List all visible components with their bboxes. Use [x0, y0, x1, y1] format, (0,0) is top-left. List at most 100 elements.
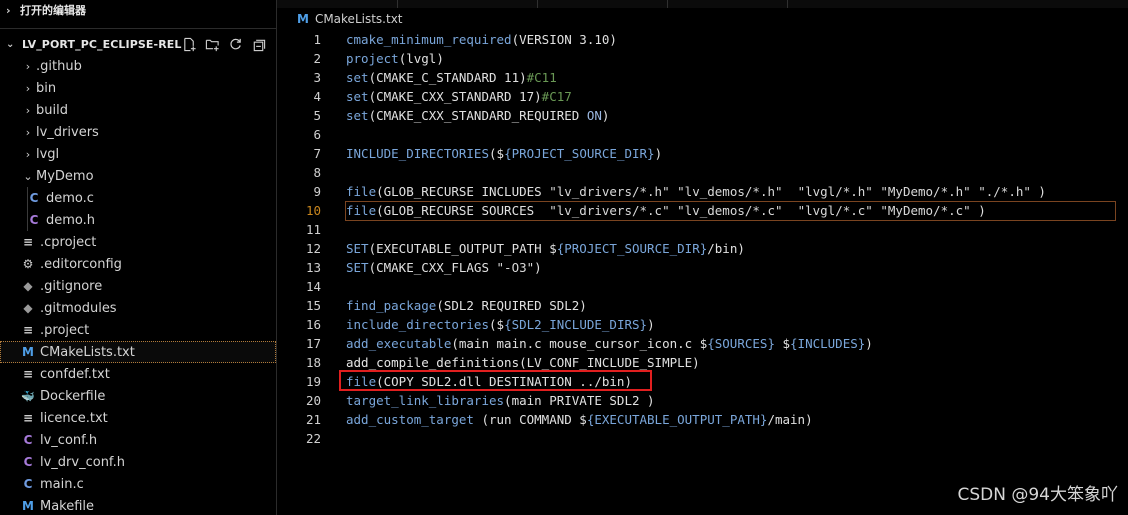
tree-item-label: main.c [40, 476, 84, 492]
gear-icon: ⚙ [22, 257, 34, 271]
code-line[interactable]: 15 find_package(SDL2 REQUIRED SDL2) [277, 296, 1128, 315]
tree-item-label: MyDemo [36, 168, 94, 184]
tree-item[interactable]: 🐳 Dockerfile [0, 385, 276, 407]
tree-item-label: .cproject [40, 234, 97, 250]
line-number: 14 [305, 279, 321, 294]
code-line[interactable]: 20 target_link_libraries(main PRIVATE SDL… [277, 391, 1128, 410]
code-line[interactable]: 9 file(GLOB_RECURSE INCLUDES "lv_drivers/… [277, 182, 1128, 201]
tree-item[interactable]: M CMakeLists.txt [0, 341, 276, 363]
line-number: 12 [305, 241, 321, 256]
tree-item-label: build [36, 102, 68, 118]
tree-item[interactable]: ≡ licence.txt [0, 407, 276, 429]
code-line[interactable]: 12 SET(EXECUTABLE_OUTPUT_PATH ${PROJECT_S… [277, 239, 1128, 258]
code-text: SET(EXECUTABLE_OUTPUT_PATH ${PROJECT_SOU… [346, 241, 745, 256]
tree-item-label: demo.h [46, 212, 96, 228]
chevron-down-icon: ⌄ [6, 38, 15, 50]
line-number: 21 [305, 412, 321, 427]
code-line[interactable]: 4 set(CMAKE_CXX_STANDARD 17)#C17 [277, 87, 1128, 106]
code-text: set(CMAKE_CXX_STANDARD_REQUIRED ON) [346, 108, 610, 123]
project-title: LV_PORT_PC_ECLIPSE-RELE... [22, 37, 182, 51]
code-line[interactable]: 8 [277, 163, 1128, 182]
open-editors-section[interactable]: › 打开的编辑器 [0, 0, 276, 22]
tree-item-label: .gitignore [40, 278, 103, 294]
code-line[interactable]: 17 add_executable(main main.c mouse_curso… [277, 334, 1128, 353]
line-number: 19 [305, 374, 321, 389]
tab-stub[interactable] [277, 0, 398, 8]
code-line[interactable]: 14 [277, 277, 1128, 296]
tree-item[interactable]: ◆ .gitignore [0, 275, 276, 297]
tree-item[interactable]: ≡ .project [0, 319, 276, 341]
tree-item-label: lv_drv_conf.h [40, 454, 125, 470]
code-line[interactable]: 22 [277, 429, 1128, 448]
tree-item[interactable]: Clv_conf.h [0, 429, 276, 451]
tree-item[interactable]: › bin [0, 77, 276, 99]
section-divider [0, 28, 276, 29]
tree-item[interactable]: Cdemo.c [0, 187, 276, 209]
tree-item[interactable]: › lv_drivers [0, 121, 276, 143]
code-text: set(CMAKE_CXX_STANDARD 17)#C17 [346, 89, 572, 104]
tree-item[interactable]: ≡ .cproject [0, 231, 276, 253]
code-line[interactable]: 18 add_compile_definitions(LV_CONF_INCLUD… [277, 353, 1128, 372]
code-line[interactable]: 16 include_directories(${SDL2_INCLUDE_DIR… [277, 315, 1128, 334]
code-line[interactable]: 1 cmake_minimum_required(VERSION 3.10) [277, 30, 1128, 49]
code-line[interactable]: 10 file(GLOB_RECURSE SOURCES "lv_drivers/… [277, 201, 1128, 221]
code-line[interactable]: 7 INCLUDE_DIRECTORIES(${PROJECT_SOURCE_DI… [277, 144, 1128, 163]
code-text: file(COPY SDL2.dll DESTINATION ../bin) [346, 374, 632, 389]
code-line[interactable]: 13 SET(CMAKE_CXX_FLAGS "-O3") [277, 258, 1128, 277]
line-number: 4 [313, 89, 321, 104]
tab-stub[interactable] [667, 0, 788, 8]
code-text: file(GLOB_RECURSE INCLUDES "lv_drivers/*… [346, 184, 1046, 199]
code-text: add_executable(main main.c mouse_cursor_… [346, 336, 873, 351]
code-editor[interactable]: 1 cmake_minimum_required(VERSION 3.10) 2 pr… [277, 30, 1128, 515]
code-line[interactable]: 2 project(lvgl) [277, 49, 1128, 68]
tree-item[interactable]: › build [0, 99, 276, 121]
code-text: set(CMAKE_C_STANDARD 11)#C11 [346, 70, 557, 85]
chevron-right-icon: › [25, 59, 31, 73]
tree-item-label: .github [36, 58, 82, 74]
line-number: 8 [313, 165, 321, 180]
open-editors-label: 打开的编辑器 [20, 4, 86, 17]
code-line[interactable]: 19 file(COPY SDL2.dll DESTINATION ../bin) [277, 370, 1128, 391]
new-file-icon[interactable] [182, 37, 197, 52]
code-text: cmake_minimum_required(VERSION 3.10) [346, 32, 617, 47]
tree-item[interactable]: Cdemo.h [0, 209, 276, 231]
explorer-sidebar: › 打开的编辑器 ⌄ LV_PORT_PC_ECLIPSE-RELE... ›.… [0, 0, 277, 515]
breadcrumb-filename: CMakeLists.txt [314, 12, 403, 26]
tree-item[interactable]: ⌄ MyDemo [0, 165, 276, 187]
collapse-all-icon[interactable] [251, 37, 266, 52]
line-number: 13 [305, 260, 321, 275]
code-text: include_directories(${SDL2_INCLUDE_DIRS}… [346, 317, 655, 332]
line-number: 11 [305, 222, 321, 237]
h-file-icon: C [29, 213, 39, 227]
code-text: SET(CMAKE_CXX_FLAGS "-O3") [346, 260, 542, 275]
c-file-icon: C [29, 191, 39, 205]
code-line[interactable]: 11 [277, 220, 1128, 239]
code-text: INCLUDE_DIRECTORIES(${PROJECT_SOURCE_DIR… [346, 146, 663, 161]
code-text: file(GLOB_RECURSE SOURCES "lv_drivers/*.… [346, 203, 986, 218]
project-header[interactable]: ⌄ LV_PORT_PC_ECLIPSE-RELE... [0, 33, 276, 55]
line-number: 22 [305, 431, 321, 446]
tree-item[interactable]: Cmain.c [0, 473, 276, 495]
tree-item[interactable]: ⚙ .editorconfig [0, 253, 276, 275]
tab-stub[interactable] [537, 0, 668, 8]
line-number: 3 [313, 70, 321, 85]
cmake-icon: M [22, 345, 34, 359]
tree-item[interactable]: › lvgl [0, 143, 276, 165]
breadcrumb[interactable]: M CMakeLists.txt [277, 8, 1128, 30]
new-folder-icon[interactable] [205, 37, 220, 52]
h-file-icon: C [23, 455, 33, 469]
h-file-icon: C [23, 433, 33, 447]
tree-item-label: lv_drivers [36, 124, 99, 140]
code-line[interactable]: 21 add_custom_target (run COMMAND ${EXECU… [277, 410, 1128, 429]
refresh-icon[interactable] [228, 37, 243, 52]
code-line[interactable]: 5 set(CMAKE_CXX_STANDARD_REQUIRED ON) [277, 106, 1128, 125]
code-line[interactable]: 3 set(CMAKE_C_STANDARD 11)#C11 [277, 68, 1128, 87]
tree-item[interactable]: Clv_drv_conf.h [0, 451, 276, 473]
tree-item[interactable]: ≡ confdef.txt [0, 363, 276, 385]
tree-item[interactable]: › .github [0, 55, 276, 77]
tree-item[interactable]: M Makefile [0, 495, 276, 515]
tree-item[interactable]: ◆ .gitmodules [0, 297, 276, 319]
line-number: 7 [313, 146, 321, 161]
code-line[interactable]: 6 [277, 125, 1128, 144]
tree-item-label: licence.txt [40, 410, 108, 426]
